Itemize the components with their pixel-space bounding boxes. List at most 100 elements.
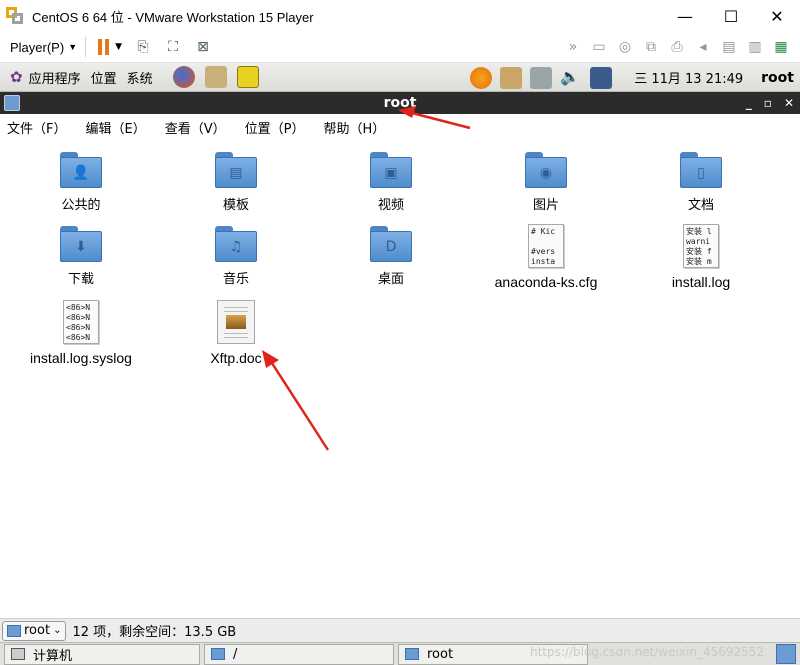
printer-icon[interactable]: ⎙ (666, 36, 688, 58)
file-anaconda-ks[interactable]: # Kic #vers insta anaconda-ks.cfg (476, 224, 616, 290)
status-info: 12 项，剩余空间：13.5 GB (72, 625, 237, 640)
file-manager-menubar: 文件（F） 编辑（E） 查看（V） 位置（P） 帮助（H） (0, 114, 800, 140)
taskbar-label: 计算机 (33, 648, 73, 664)
file-name: 图片 (532, 198, 559, 213)
maximize-window-button[interactable]: ▫ (764, 96, 772, 110)
places-menu[interactable]: 位置 (91, 68, 117, 87)
file-install-log[interactable]: 安装 l warni 安装 f 安装 m install.log (631, 224, 771, 290)
vmware-toolbar: Player(P) ▼ ▼ ⎘ ⛶ ⊠ » ▭ ◎ ⧉ ⎙ ◂ ▤ ▥ ▦ (0, 32, 800, 63)
minimize-button[interactable]: — (662, 0, 708, 32)
folder-public[interactable]: 👤 公共的 (11, 152, 151, 213)
dropdown-arrow-icon: ▼ (68, 42, 78, 52)
network-icon[interactable]: ⧉ (640, 36, 662, 58)
folder-icon: ◉ (525, 152, 567, 188)
file-xftp-doc[interactable]: Xftp.doc (166, 300, 306, 366)
update-icon[interactable] (470, 66, 493, 89)
location-label: root (24, 623, 51, 638)
taskbar-label: root (427, 646, 454, 662)
folder-pictures[interactable]: ◉ 图片 (476, 152, 616, 213)
message-icon[interactable]: ▦ (770, 36, 792, 58)
file-name: 桌面 (377, 272, 404, 287)
file-name: 公共的 (61, 198, 101, 213)
file-manager-statusbar: root ⌄ 12 项，剩余空间：13.5 GB (0, 618, 800, 642)
notes-icon[interactable] (236, 66, 259, 88)
file-name: Xftp.doc (210, 350, 262, 366)
folder-icon: 👤 (60, 152, 102, 188)
vmware-titlebar: CentOS 6 64 位 - VMware Workstation 15 Pl… (0, 0, 800, 32)
volume-icon[interactable]: 🔈 (560, 67, 582, 89)
cd-icon[interactable]: ◎ (614, 36, 636, 58)
folder-desktop[interactable]: D 桌面 (321, 226, 461, 287)
hdd-icon[interactable]: ▭ (588, 36, 610, 58)
package-icon[interactable] (500, 66, 523, 89)
player-menu[interactable]: Player(P) ▼ (10, 40, 77, 55)
menu-edit[interactable]: 编辑（E） (85, 118, 145, 137)
applications-menu[interactable]: ✿ 应用程序 (10, 68, 81, 87)
taskbar-computer[interactable]: 计算机 (4, 643, 200, 665)
toolbar-separator (85, 37, 87, 57)
close-window-button[interactable]: ✕ (784, 96, 794, 110)
text-file-icon: <86>N <86>N <86>N <86>N (63, 300, 99, 344)
sound-icon[interactable]: ◂ (692, 36, 714, 58)
trash-icon[interactable] (776, 644, 796, 664)
text-file-icon: # Kic #vers insta (528, 224, 564, 268)
display-icon[interactable] (590, 66, 613, 89)
minimize-window-button[interactable]: _ (746, 96, 752, 110)
menu-places[interactable]: 位置（P） (245, 118, 305, 137)
places-menu-label: 位置 (90, 71, 117, 87)
taskbar-label: / (233, 646, 238, 662)
pause-icon[interactable] (98, 39, 110, 55)
firefox-icon[interactable] (172, 66, 195, 88)
library-icon[interactable]: ▥ (744, 36, 766, 58)
usb-icon[interactable]: ▤ (718, 36, 740, 58)
player-menu-label: Player(P) (10, 39, 65, 55)
folder-icon: ⬇ (60, 226, 102, 262)
file-install-log-syslog[interactable]: <86>N <86>N <86>N <86>N install.log.syslog (11, 300, 151, 366)
user-name[interactable]: root (761, 70, 794, 86)
file-manager-titlebar: root _ ▫ ✕ (0, 92, 800, 114)
home-folder-icon (7, 624, 21, 637)
system-menu-label: 系统 (126, 71, 153, 87)
folder-videos[interactable]: ▣ 视频 (321, 152, 461, 213)
document-file-icon (217, 300, 255, 344)
folder-documents[interactable]: ▯ 文档 (631, 152, 771, 213)
menu-view[interactable]: 查看（V） (165, 118, 226, 137)
taskbar-root-fs[interactable]: / (204, 643, 394, 665)
folder-downloads[interactable]: ⬇ 下载 (11, 226, 151, 287)
text-file-icon: 安装 l warni 安装 f 安装 m (683, 224, 719, 268)
menu-help[interactable]: 帮助（H） (323, 118, 385, 137)
send-keys-icon[interactable]: ⎘ (132, 36, 154, 58)
file-name: anaconda-ks.cfg (494, 274, 598, 290)
bottom-taskbar: 计算机 / root https://blog.csdn.net/weixin_… (0, 642, 800, 665)
watermark: https://blog.csdn.net/weixin_45692552 (529, 645, 764, 659)
file-name: 下载 (67, 272, 94, 287)
file-view[interactable]: 👤 公共的 ▤ 模板 ▣ 视频 ◉ 图片 ▯ 文档 ⬇ 下载 ♫ 音乐 D 桌面… (0, 140, 800, 618)
folder-icon (211, 648, 225, 660)
maximize-button[interactable]: ☐ (708, 0, 754, 32)
file-manager-title: root (383, 95, 417, 111)
folder-icon: D (370, 226, 412, 262)
unity-icon[interactable]: ⊠ (192, 36, 214, 58)
send-icon[interactable]: » (562, 36, 584, 58)
network-tray-icon[interactable] (530, 66, 553, 89)
system-menu[interactable]: 系统 (127, 68, 153, 87)
gnome-top-panel: ✿ 应用程序 位置 系统 🔈 三 11月 13 21:49 root (0, 63, 800, 92)
computer-icon (11, 648, 25, 660)
home-folder-icon (4, 95, 20, 111)
location-dropdown[interactable]: root ⌄ (2, 620, 67, 641)
home-folder-icon (405, 648, 419, 660)
clock[interactable]: 三 11月 13 21:49 (634, 68, 743, 87)
menu-file[interactable]: 文件（F） (7, 118, 66, 137)
file-name: 视频 (377, 198, 404, 213)
pause-dropdown-icon[interactable]: ▼ (115, 42, 122, 52)
close-button[interactable]: ✕ (754, 0, 800, 32)
folder-icon: ♫ (215, 226, 257, 262)
file-name: 文档 (687, 198, 714, 213)
folder-icon: ▣ (370, 152, 412, 188)
folder-music[interactable]: ♫ 音乐 (166, 226, 306, 287)
folder-templates[interactable]: ▤ 模板 (166, 152, 306, 213)
email-icon[interactable] (204, 66, 227, 88)
file-name: install.log (671, 274, 731, 290)
folder-icon: ▤ (215, 152, 257, 188)
fullscreen-icon[interactable]: ⛶ (162, 36, 184, 58)
